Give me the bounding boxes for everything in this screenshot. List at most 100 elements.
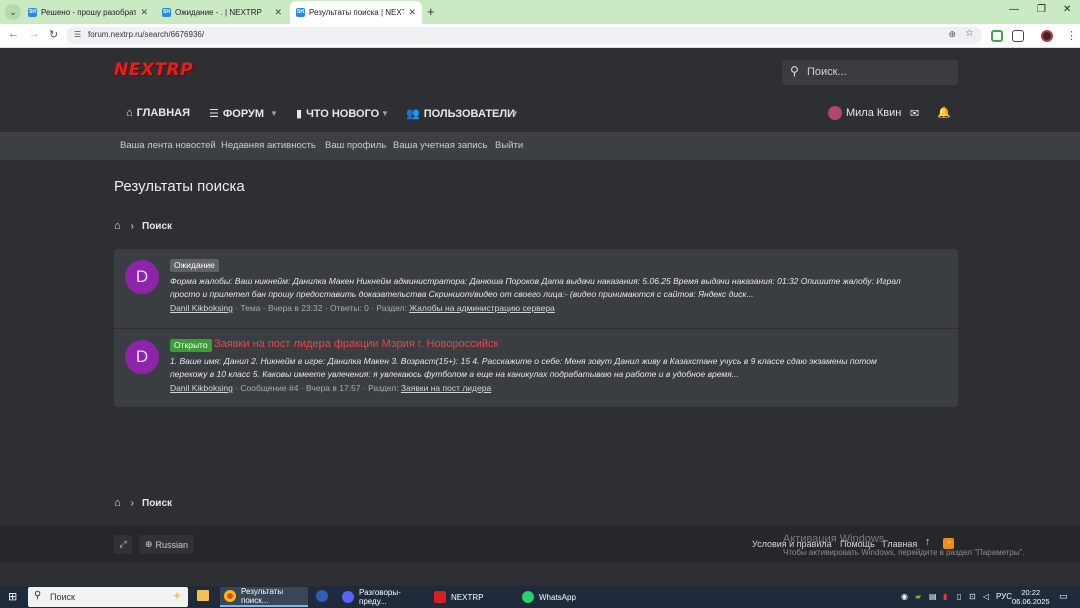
forward-arrow-icon[interactable]: →	[29, 28, 40, 40]
nav-whats-new[interactable]: ▮ ЧТО НОВОГО	[296, 107, 380, 121]
scroll-top-arrow-icon[interactable]: ↑	[925, 536, 931, 548]
result-meta: Danil Kikboksing · Тема · Вчера в 23:32 …	[170, 303, 555, 313]
status-badge[interactable]: Открыто	[170, 339, 212, 352]
profile-avatar-icon[interactable]	[1041, 30, 1053, 42]
tray-network-icon[interactable]: ⊡	[969, 592, 976, 601]
breadcrumb-search[interactable]: Поиск	[142, 221, 172, 232]
tray-language[interactable]: РУС	[996, 592, 1012, 601]
browser-tab-2[interactable]: SH Ожидание - . | NEXTRP ✕	[156, 2, 288, 22]
whats-new-dropdown-caret-icon[interactable]: ▼	[381, 109, 389, 118]
result-snippet[interactable]: 1. Ваше имя: Данил 2. Никнейм в игре: Да…	[170, 355, 950, 381]
new-tab-plus-icon[interactable]: +	[427, 4, 435, 19]
windows-activation-title: Активация Windows	[783, 533, 885, 545]
breadcrumb-home-icon[interactable]: ⌂	[114, 497, 121, 509]
close-window-icon[interactable]: ✕	[1063, 4, 1071, 15]
taskbar-app-whatsapp[interactable]: WhatsApp	[518, 587, 602, 607]
result-snippet[interactable]: Форма жалобы: Ваш никнейм: Данилка Макен…	[170, 275, 950, 301]
tray-printer-icon[interactable]: ▤	[929, 592, 937, 601]
chrome-icon	[224, 590, 236, 602]
subnav-profile[interactable]: Ваш профиль	[325, 140, 386, 151]
meta-type: · Тема ·	[232, 303, 268, 313]
app-icon[interactable]	[316, 590, 328, 602]
reload-icon[interactable]: ↻	[49, 28, 58, 41]
taskbar-search-input[interactable]: ⚲ Поиск ✦	[28, 587, 188, 607]
taskbar-app-chrome[interactable]: Результаты поиск...	[220, 587, 308, 607]
page-bottom-spacer	[0, 562, 1080, 586]
tray-mic-icon[interactable]: ▯	[957, 592, 961, 601]
subnav-account[interactable]: Ваша учетная запись	[393, 140, 487, 151]
meta-time: Вчера в 23:32	[267, 303, 323, 313]
result-item: D Открыто Заявки на пост лидера фракции …	[114, 328, 958, 407]
forum-list-icon: ☰	[209, 108, 219, 120]
extensions-puzzle-icon[interactable]	[1012, 30, 1024, 42]
notifications-icon[interactable]: ▭	[1059, 591, 1068, 602]
users-dropdown-caret-icon[interactable]: ▼	[511, 109, 519, 118]
meta-tail: · Ответы: 0 · Раздел:	[322, 303, 410, 313]
result-title-link[interactable]: Заявки на пост лидера фракции Мэрия г. Н…	[214, 338, 498, 350]
zoom-magnifier-icon[interactable]: ⊕	[948, 29, 956, 40]
tab-close-icon[interactable]: ✕	[270, 7, 282, 18]
tab-list-chevron-icon[interactable]: ⌄	[5, 4, 21, 20]
status-badge[interactable]: Ожидание	[170, 259, 219, 272]
browser-tab-3-active[interactable]: SH Результаты поиска | NEXTRP ✕	[290, 1, 422, 24]
browser-toolbar: ← → ↻ ☰ forum.nextrp.ru/search/6676936/ …	[0, 24, 1080, 48]
globe-icon: ⊕	[145, 539, 153, 549]
tab-close-icon[interactable]: ✕	[404, 7, 416, 18]
tray-app-icon[interactable]: ▮	[943, 592, 947, 601]
search-icon: ⚲	[790, 64, 799, 78]
result-meta: Danil Kikboksing · Сообщение #4 · Вчера …	[170, 383, 491, 393]
breadcrumb-home-icon[interactable]: ⌂	[114, 220, 121, 232]
nav-home[interactable]: ⌂ ГЛАВНАЯ	[126, 107, 190, 119]
author-link[interactable]: Danil Kikboksing	[170, 303, 233, 313]
taskbar-app-label: Разговоры-преду...	[359, 588, 401, 606]
nav-users[interactable]: 👥 ПОЛЬЗОВАТЕЛИ	[406, 107, 515, 121]
site-search-input[interactable]: ⚲ Поиск...	[782, 60, 958, 85]
fullscreen-expand-icon[interactable]: ⤢	[114, 535, 132, 554]
language-chooser[interactable]: ⊕ Russian	[139, 535, 195, 554]
taskbar-app-label: Результаты поиск...	[241, 587, 284, 605]
restore-icon[interactable]: ❐	[1037, 4, 1046, 15]
section-link[interactable]: Заявки на пост лидера	[401, 383, 491, 393]
forum-dropdown-caret-icon[interactable]: ▼	[270, 109, 278, 118]
breadcrumb-search[interactable]: Поиск	[142, 498, 172, 509]
tab-title: Результаты поиска | NEXTRP	[309, 8, 405, 17]
minimize-icon[interactable]: —	[1009, 4, 1019, 15]
tray-gamepad-icon[interactable]: ◉	[901, 592, 908, 601]
home-icon: ⌂	[126, 107, 133, 119]
avatar	[828, 106, 842, 120]
inbox-envelope-icon[interactable]: ✉	[910, 107, 919, 120]
tab-close-icon[interactable]: ✕	[136, 7, 148, 18]
snippet-line: просто и прилетел бан прошу предоставить…	[170, 289, 754, 299]
site-info-icon[interactable]: ☰	[74, 30, 81, 39]
back-arrow-icon[interactable]: ←	[8, 28, 19, 40]
subnav-news-feed[interactable]: Ваша лента новостей	[120, 140, 216, 151]
taskbar-clock[interactable]: 20:22 06.06.2025	[1012, 588, 1050, 606]
alerts-bell-icon[interactable]: 🔔	[937, 106, 951, 119]
browser-tab-1[interactable]: SH Решено - прошу разобраться ✕	[22, 2, 154, 22]
browser-menu-icon[interactable]: ⋮	[1066, 29, 1077, 42]
tray-nvidia-icon[interactable]: ▰	[915, 592, 921, 601]
bookmark-star-icon[interactable]: ☆	[965, 28, 974, 39]
site-logo[interactable]: NEXTRP	[114, 60, 193, 80]
tray-volume-icon[interactable]: ◁	[983, 592, 989, 601]
discord-icon	[342, 591, 354, 603]
windows-start-icon[interactable]: ⊞	[8, 590, 17, 603]
snippet-line: перехожу в 10 класс 5. Каковы имеете увл…	[170, 369, 739, 379]
tab-title: Решено - прошу разобраться	[41, 7, 137, 17]
avatar[interactable]: D	[125, 340, 159, 374]
nav-whats-new-label: ЧТО НОВОГО	[306, 107, 380, 120]
author-link[interactable]: Danil Kikboksing	[170, 383, 233, 393]
user-menu[interactable]: Мила Квин	[828, 106, 901, 120]
user-name: Мила Квин	[846, 107, 902, 119]
taskbar-app-nextrp[interactable]: NEXTRP	[430, 587, 514, 607]
shield-extension-icon[interactable]	[991, 30, 1003, 42]
file-explorer-icon[interactable]	[197, 590, 209, 601]
avatar[interactable]: D	[125, 260, 159, 294]
section-link[interactable]: Жалобы на администрацию сервера	[409, 303, 555, 313]
address-bar[interactable]: ☰ forum.nextrp.ru/search/6676936/ ⊕ ☆	[66, 27, 982, 44]
subnav-recent-activity[interactable]: Недавняя активность	[221, 140, 316, 151]
taskbar-app-discord[interactable]: Разговоры-преду...	[338, 587, 424, 607]
search-icon: ⚲	[34, 590, 42, 601]
subnav-logout[interactable]: Выйти	[495, 140, 523, 151]
nav-forum[interactable]: ☰ ФОРУМ	[209, 107, 264, 121]
